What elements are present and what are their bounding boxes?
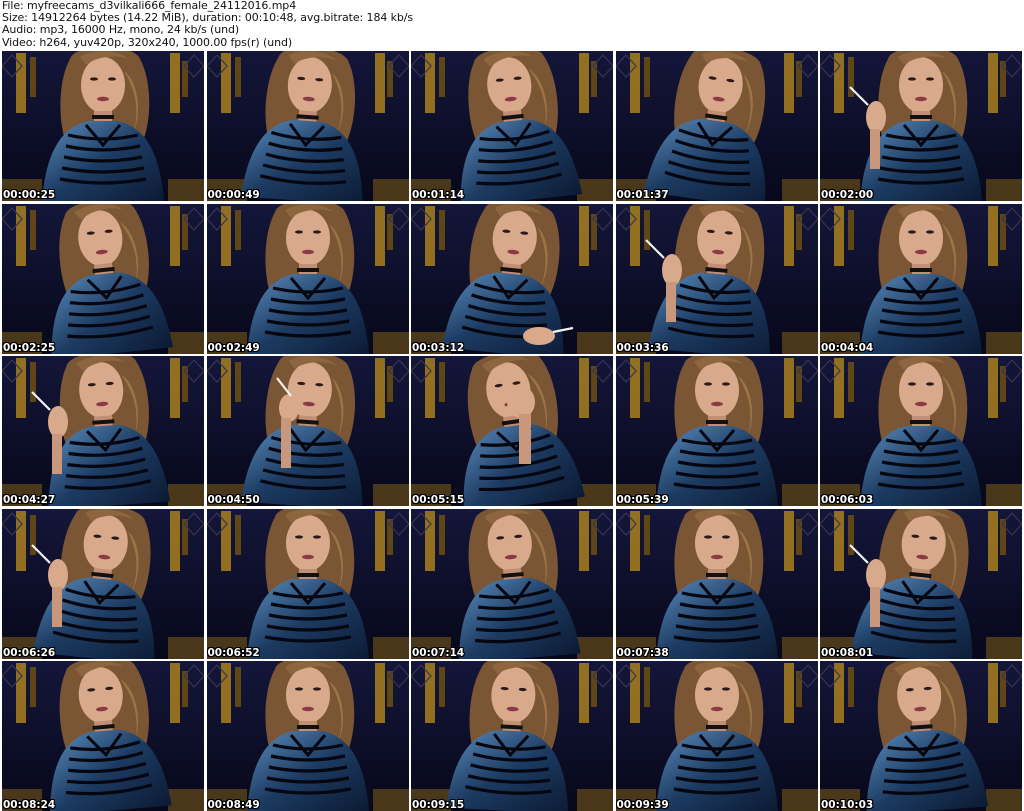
frame-image [411,51,613,201]
video-frame-thumbnail: 00:04:50 [206,356,409,506]
audio-info-line: Audio: mp3, 16000 Hz, mono, 24 kb/s (und… [2,23,240,37]
video-frame-thumbnail: 00:03:36 [615,203,818,354]
video-frame-thumbnail: 00:09:15 [411,661,613,811]
frame-image [615,661,818,811]
frame-timestamp: 00:07:14 [412,646,465,659]
frame-image [615,51,818,201]
frame-timestamp: 00:03:12 [412,341,465,354]
video-frame-thumbnail: 00:00:49 [206,51,409,201]
video-frame-thumbnail: 00:08:01 [820,508,1022,659]
video-frame-thumbnail: 00:04:27 [2,356,204,506]
thumbnail-grid: 00:00:25 00:00:49 00:01:14 00:01:37 00:02:00… [2,51,1022,811]
video-frame-thumbnail: 00:02:25 [2,203,204,354]
frame-image [820,356,1022,506]
frame-image [411,508,613,659]
frame-timestamp: 00:08:24 [3,799,56,811]
frame-image [2,203,204,354]
video-frame-thumbnail: 00:08:24 [2,661,204,811]
video-frame-thumbnail: 00:04:04 [820,203,1022,354]
file-info-header: File: myfreecams_d3vilkali666_female_241… [2,0,1022,50]
frame-timestamp: 00:08:01 [821,646,874,659]
frame-timestamp: 00:10:03 [821,799,874,811]
frame-timestamp: 00:07:38 [616,646,669,659]
video-frame-thumbnail: 00:07:14 [411,508,613,659]
video-frame-thumbnail: 00:02:49 [206,203,409,354]
frame-timestamp: 00:04:27 [3,494,56,506]
frame-image [820,661,1022,811]
video-frame-thumbnail: 00:06:26 [2,508,204,659]
frame-timestamp: 00:04:50 [207,494,260,506]
frame-image [411,203,613,354]
frame-image [206,661,409,811]
frame-image [615,203,818,354]
frame-timestamp: 00:01:14 [412,189,465,201]
frame-image [820,51,1022,201]
video-frame-thumbnail: 00:05:39 [615,356,818,506]
frame-image [2,508,204,659]
video-frame-thumbnail: 00:08:49 [206,661,409,811]
frame-image [615,508,818,659]
frame-image [411,356,613,506]
frame-timestamp: 00:06:03 [821,494,874,506]
video-frame-thumbnail: 00:07:38 [615,508,818,659]
frame-timestamp: 00:05:39 [616,494,669,506]
frame-image [2,356,204,506]
frame-image [206,356,409,506]
video-frame-thumbnail: 00:02:00 [820,51,1022,201]
video-frame-thumbnail: 00:01:37 [615,51,818,201]
frame-timestamp: 00:05:15 [412,494,465,506]
frame-timestamp: 00:02:00 [821,189,874,201]
frame-timestamp: 00:06:52 [207,646,260,659]
frame-timestamp: 00:04:04 [821,341,874,354]
frame-timestamp: 00:06:26 [3,646,56,659]
frame-timestamp: 00:01:37 [616,189,669,201]
video-frame-thumbnail: 00:06:52 [206,508,409,659]
video-frame-thumbnail: 00:09:39 [615,661,818,811]
frame-timestamp: 00:00:25 [3,189,56,201]
frame-timestamp: 00:03:36 [616,341,669,354]
video-info-line: Video: h264, yuv420p, 320x240, 1000.00 f… [2,35,293,49]
frame-image [820,508,1022,659]
video-frame-thumbnail: 00:05:15 [411,356,613,506]
frame-timestamp: 00:00:49 [207,189,260,201]
frame-image [206,51,409,201]
frame-timestamp: 00:02:49 [207,341,260,354]
video-frame-thumbnail: 00:10:03 [820,661,1022,811]
frame-timestamp: 00:08:49 [207,799,260,811]
frame-image [206,203,409,354]
frame-image [820,203,1022,354]
frame-timestamp: 00:09:39 [616,799,669,811]
frame-image [2,661,204,811]
video-frame-thumbnail: 00:01:14 [411,51,613,201]
video-frame-thumbnail: 00:00:25 [2,51,204,201]
frame-timestamp: 00:02:25 [3,341,56,354]
frame-image [615,356,818,506]
frame-image [411,661,613,811]
frame-image [2,51,204,201]
video-frame-thumbnail: 00:06:03 [820,356,1022,506]
frame-timestamp: 00:09:15 [412,799,465,811]
video-frame-thumbnail: 00:03:12 [411,203,613,354]
frame-image [206,508,409,659]
